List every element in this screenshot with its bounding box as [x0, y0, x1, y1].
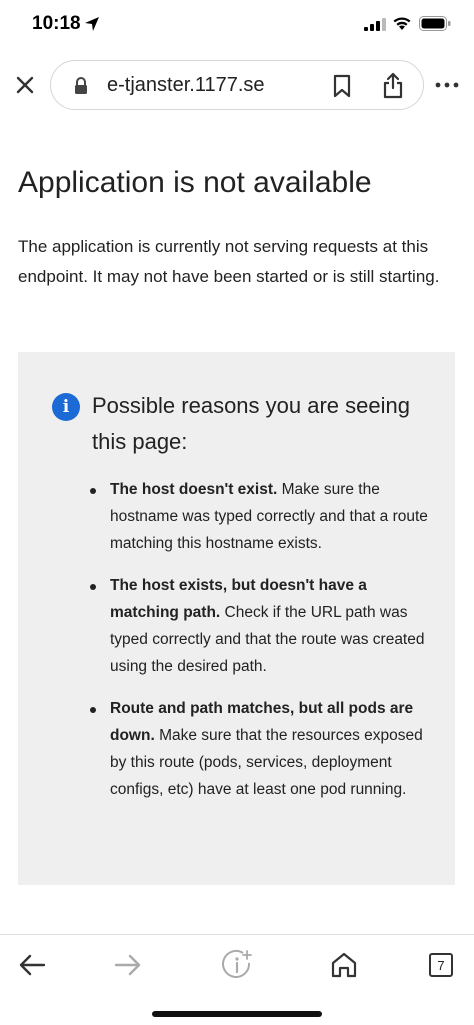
- url-field[interactable]: e-tjanster.1177.se: [50, 60, 424, 110]
- tabs-button[interactable]: 7: [421, 945, 461, 985]
- bookmark-icon[interactable]: [331, 74, 353, 98]
- reason-text: Make sure that the resources exposed by …: [110, 727, 423, 798]
- share-icon[interactable]: [381, 71, 405, 99]
- arrow-right-icon: [114, 954, 141, 976]
- page-title: Application is not available: [18, 166, 372, 199]
- reason-title: The host doesn't exist.: [110, 481, 278, 498]
- location-arrow-icon: [85, 17, 99, 31]
- reasons-list: The host doesn't exist. Make sure the ho…: [88, 476, 428, 818]
- home-icon: [331, 952, 357, 978]
- status-bar: 10:18: [0, 0, 474, 50]
- close-icon: [16, 76, 34, 94]
- lock-icon: [75, 77, 87, 94]
- back-button[interactable]: [12, 945, 52, 985]
- panel-heading: Possible reasons you are seeing this pag…: [92, 393, 410, 454]
- reasons-panel: i Possible reasons you are seeing this p…: [18, 352, 455, 885]
- cellular-signal-icon: [364, 18, 386, 31]
- close-tab-button[interactable]: [12, 72, 38, 98]
- wifi-icon: [393, 17, 411, 30]
- url-text: e-tjanster.1177.se: [107, 74, 265, 96]
- info-icon: i: [52, 393, 80, 421]
- browser-toolbar: 7: [0, 934, 474, 1025]
- home-indicator[interactable]: [152, 1011, 322, 1017]
- page-info-button[interactable]: [217, 945, 257, 985]
- bullet-icon: [90, 707, 96, 713]
- list-item: Route and path matches, but all pods are…: [88, 695, 428, 803]
- info-sparkle-icon: [222, 950, 252, 978]
- status-time: 10:18: [32, 13, 81, 34]
- home-button[interactable]: [324, 945, 364, 985]
- intro-text: The application is currently not serving…: [18, 237, 440, 286]
- list-item: The host doesn't exist. Make sure the ho…: [88, 476, 428, 557]
- browser-address-bar: e-tjanster.1177.se: [0, 50, 474, 120]
- bullet-icon: [90, 488, 96, 494]
- bullet-icon: [90, 584, 96, 590]
- list-item: The host exists, but doesn't have a matc…: [88, 572, 428, 680]
- arrow-left-icon: [19, 954, 46, 976]
- tabs-count: 7: [429, 953, 453, 977]
- forward-button[interactable]: [108, 945, 148, 985]
- battery-icon: [419, 16, 451, 31]
- more-options-icon[interactable]: [432, 74, 462, 96]
